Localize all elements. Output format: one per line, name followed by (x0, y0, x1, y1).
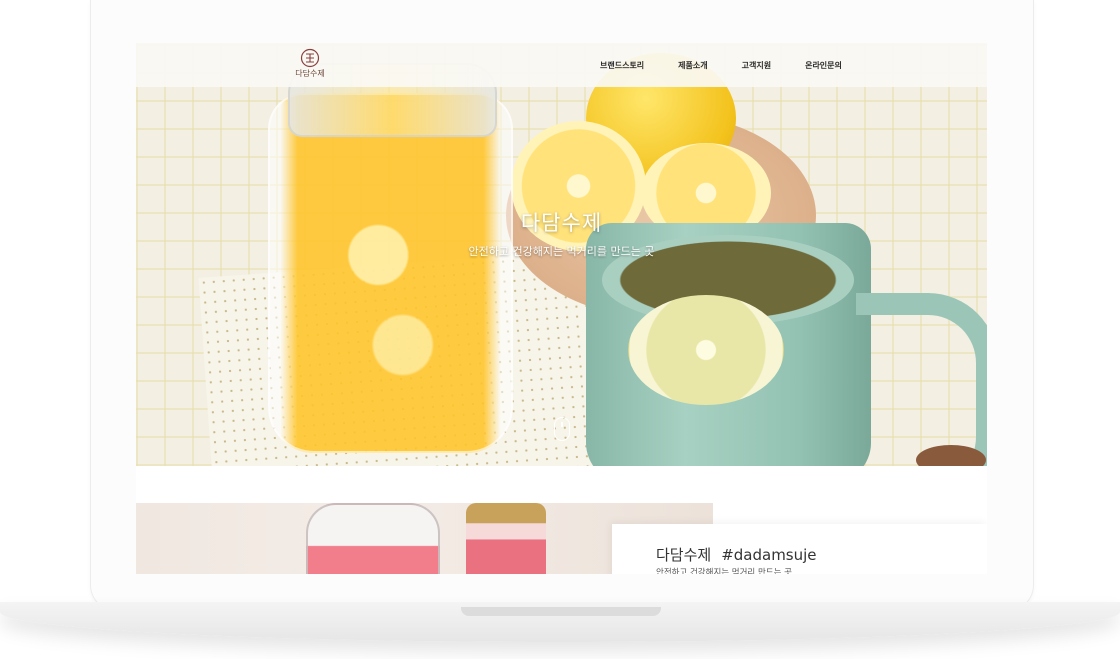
hero-subtitle: 안전하고 건강해지는 먹거리를 만드는 곳 (468, 245, 655, 258)
scroll-down-icon[interactable] (554, 417, 570, 441)
glass-pitcher (306, 503, 440, 574)
hero-section: 다담수제 안전하고 건강해지는 먹거리를 만드는 곳 (136, 43, 987, 466)
intro-title: 다담수제 #dadamsuje (656, 544, 817, 565)
logo-text: 다담수제 (295, 69, 325, 78)
intro-card: 다담수제 #dadamsuje 안전하고 건강해지는 먹거리 만드는 곳 (612, 524, 987, 574)
site-logo[interactable]: 다담수제 (294, 48, 326, 82)
intro-subtitle: 안전하고 건강해지는 먹거리 만드는 곳 (656, 568, 792, 574)
nav-item-products[interactable]: 제품소개 (678, 60, 707, 71)
site-header: 다담수제 브랜드스토리 제품소개 고객지원 온라인문의 (136, 43, 987, 87)
hero-title: 다담수제 (520, 211, 603, 235)
nav-item-online-inquiry[interactable]: 온라인문의 (805, 60, 842, 71)
laptop-notch (461, 607, 661, 616)
main-nav: 브랜드스토리 제품소개 고객지원 온라인문의 (600, 43, 876, 87)
nav-item-brand-story[interactable]: 브랜드스토리 (600, 60, 644, 71)
laptop-screen: 다담수제 안전하고 건강해지는 먹거리를 만드는 곳 다담수제 브랜드스토리 제… (136, 43, 987, 574)
hero-overlay: 다담수제 안전하고 건강해지는 먹거리를 만드는 곳 (136, 43, 987, 466)
intro-hashtag: #dadamsuje (721, 546, 817, 564)
nav-item-support[interactable]: 고객지원 (742, 60, 771, 71)
intro-title-text: 다담수제 (656, 546, 712, 564)
logo-emblem-icon (300, 48, 320, 68)
jam-jar (466, 503, 546, 574)
